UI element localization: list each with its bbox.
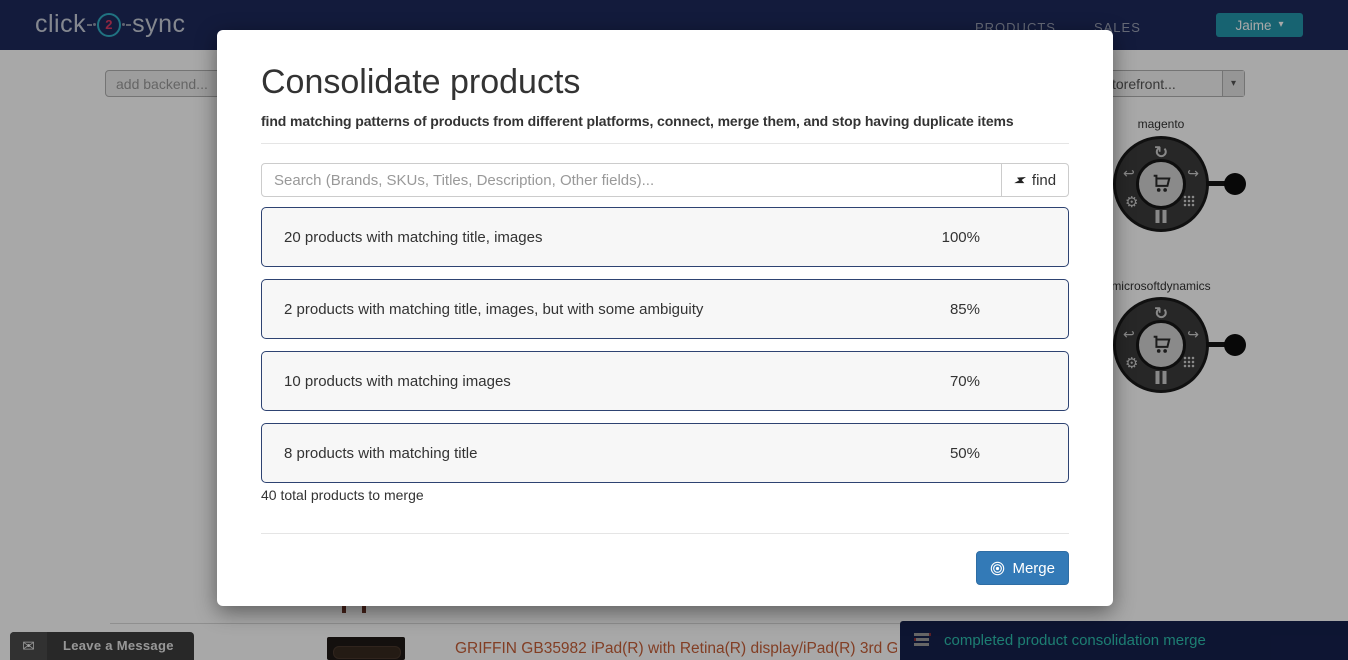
match-group-row[interactable]: 20 products with matching title, images … (261, 207, 1069, 267)
match-groups: 20 products with matching title, images … (261, 207, 1069, 483)
match-percentage: 70% (950, 373, 980, 390)
merge-button-label: Merge (1012, 560, 1055, 577)
total-products-label: 40 total products to merge (261, 487, 1069, 503)
modal-footer-divider (261, 533, 1069, 534)
bullseye-icon (990, 561, 1005, 576)
match-group-row[interactable]: 10 products with matching images 70% (261, 351, 1069, 411)
match-group-row[interactable]: 8 products with matching title 50% (261, 423, 1069, 483)
match-group-label: 10 products with matching images (284, 373, 511, 390)
modal-subtitle: find matching patterns of products from … (261, 113, 1069, 129)
merge-button[interactable]: Merge (976, 551, 1069, 585)
match-group-label: 20 products with matching title, images (284, 229, 542, 246)
search-input[interactable] (261, 163, 1002, 197)
modal-title: Consolidate products (261, 64, 1069, 101)
consolidate-products-modal: Consolidate products find matching patte… (217, 30, 1113, 606)
match-group-row[interactable]: 2 products with matching title, images, … (261, 279, 1069, 339)
search-group: find (261, 163, 1069, 197)
match-percentage: 85% (950, 301, 980, 318)
app-window: click 2 sync PRODUCTS SALES Jaime ▾ stor… (0, 0, 1348, 660)
match-percentage: 50% (950, 445, 980, 462)
bolt-icon (1011, 171, 1029, 189)
modal-header-divider (261, 143, 1069, 144)
find-button-label: find (1032, 172, 1056, 189)
match-group-label: 2 products with matching title, images, … (284, 301, 703, 318)
match-percentage: 100% (942, 229, 980, 246)
find-button[interactable]: find (1001, 163, 1069, 197)
match-group-label: 8 products with matching title (284, 445, 477, 462)
modal-footer: Merge (261, 551, 1069, 585)
